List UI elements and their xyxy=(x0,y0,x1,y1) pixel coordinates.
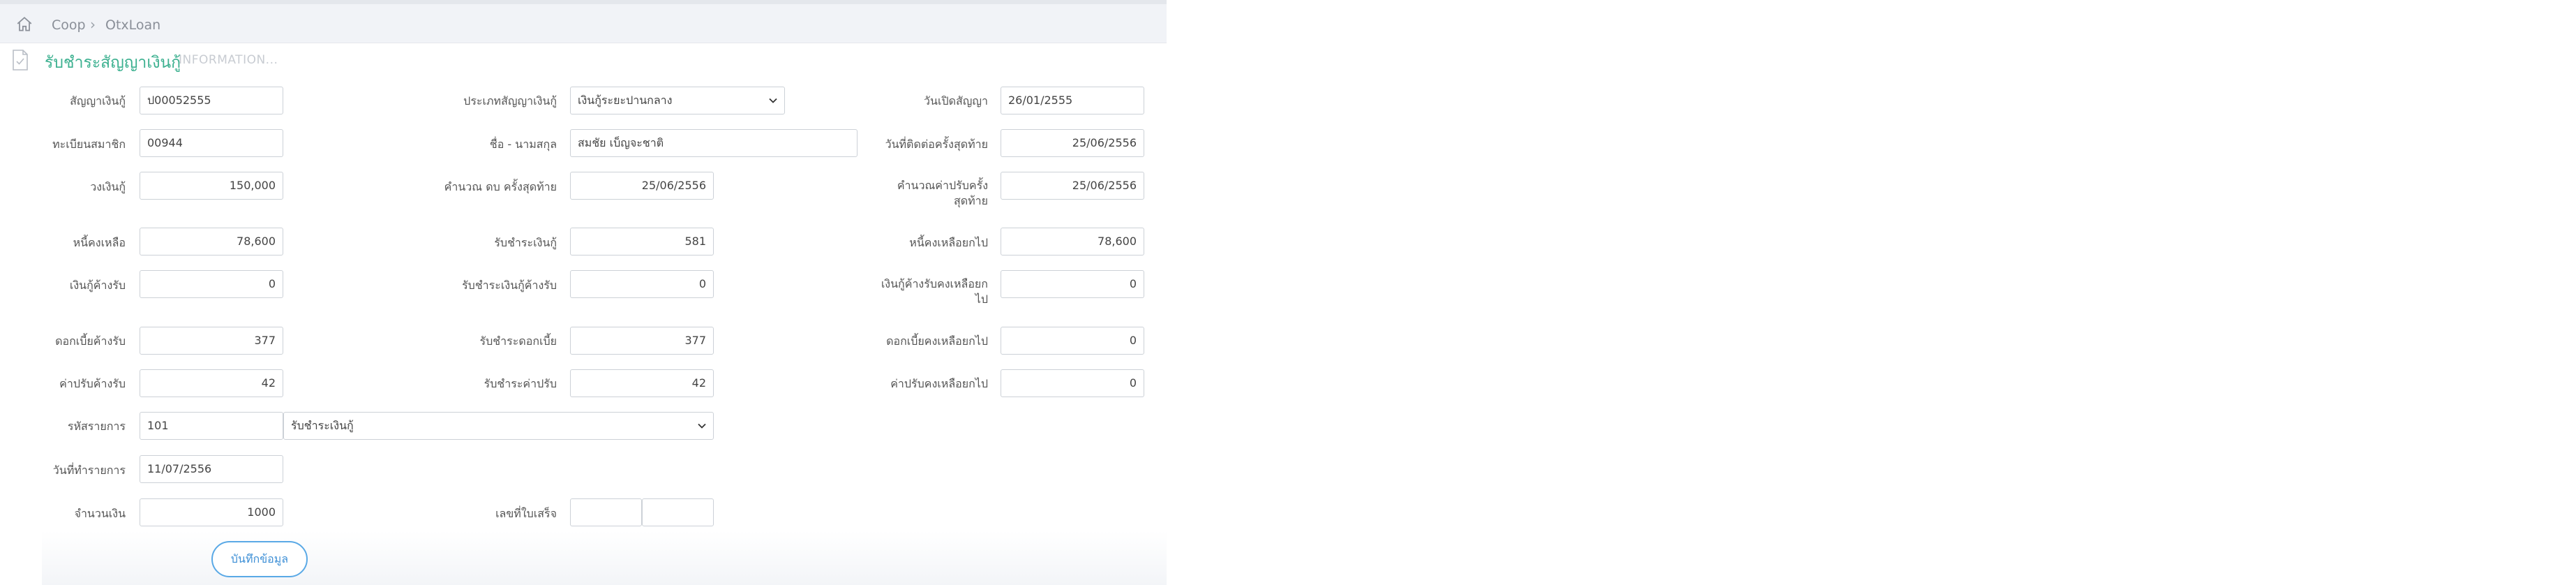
open-date-label: วันเปิดสัญญา xyxy=(924,94,988,108)
page-subtitle: INFORMATION... xyxy=(179,53,278,67)
receipt-no-label: เลขที่ใบเสร็จ xyxy=(495,507,557,520)
receipt-no-prefix-input[interactable] xyxy=(570,498,642,526)
breadcrumb-bar: Coop › OtxLoan xyxy=(0,0,1167,43)
footer-shade xyxy=(42,531,1167,585)
loan-arrears-input[interactable]: 0 xyxy=(140,270,283,298)
carry-balance-input[interactable]: 78,600 xyxy=(1001,228,1144,256)
breadcrumb-otxloan[interactable]: OtxLoan xyxy=(105,17,160,33)
transaction-type-select[interactable]: รับชำระเงินกู้ xyxy=(283,412,714,440)
loan-type-label: ประเภทสัญญาเงินกู้ xyxy=(463,94,557,108)
interest-payment-input[interactable]: 377 xyxy=(570,327,714,355)
interest-carry-label: ดอกเบี้ยคงเหลือยกไป xyxy=(886,334,988,348)
breadcrumb-separator: › xyxy=(90,16,96,33)
loan-arrears-payment-label: รับชำระเงินกู้ค้างรับ xyxy=(462,279,557,292)
last-fine-calc-label: คำนวณค่าปรับครั้งสุดท้าย xyxy=(897,179,988,207)
page-header: รับชำระสัญญาเงินกู้ INFORMATION... xyxy=(0,43,1167,77)
save-button[interactable]: บันทึกข้อมูล xyxy=(211,541,308,577)
fine-arrears-input[interactable]: 42 xyxy=(140,369,283,397)
receipt-no-number-input[interactable] xyxy=(642,498,714,526)
principal-balance-label: หนี้คงเหลือ xyxy=(73,236,126,249)
contract-no-label: สัญญาเงินกู้ xyxy=(70,94,126,108)
loan-type-value: เงินกู้ระยะปานกลาง xyxy=(578,94,673,107)
interest-carry-input[interactable]: 0 xyxy=(1001,327,1144,355)
open-date-input[interactable]: 26/01/2555 xyxy=(1001,87,1144,114)
last-contact-date-input[interactable]: 25/06/2556 xyxy=(1001,129,1144,157)
fine-arrears-label: ค่าปรับค้างรับ xyxy=(59,377,126,390)
last-interest-calc-input[interactable]: 25/06/2556 xyxy=(570,172,714,200)
transaction-code-input[interactable]: 101 xyxy=(140,412,283,440)
interest-arrears-input[interactable]: 377 xyxy=(140,327,283,355)
amount-input[interactable]: 1000 xyxy=(140,498,283,526)
credit-limit-label: วงเงินกู้ xyxy=(90,180,126,193)
interest-payment-label: รับชำระดอกเบี้ย xyxy=(479,334,557,348)
member-name-label: ชื่อ - นามสกุล xyxy=(489,138,557,151)
page-title: รับชำระสัญญาเงินกู้ xyxy=(45,54,181,72)
fine-carry-label: ค่าปรับคงเหลือยกไป xyxy=(890,377,988,390)
app-window: Coop › OtxLoan รับชำระสัญญาเงินกู้ INFOR… xyxy=(0,0,1167,585)
loan-payment-label: รับชำระเงินกู้ xyxy=(494,236,557,249)
interest-arrears-label: ดอกเบี้ยค้างรับ xyxy=(55,334,126,348)
transaction-code-label: รหัสรายการ xyxy=(67,420,126,433)
contract-no-input[interactable]: ป00052555 xyxy=(140,87,283,114)
transaction-type-value: รับชำระเงินกู้ xyxy=(291,419,354,432)
loan-arrears-carry-label: เงินกู้ค้างรับคงเหลือยกไป xyxy=(881,277,988,306)
member-name-input[interactable]: สมชัย เบ็ญจะชาติ xyxy=(570,129,858,157)
loan-arrears-carry-input[interactable]: 0 xyxy=(1001,270,1144,298)
breadcrumb-coop[interactable]: Coop xyxy=(52,17,86,33)
principal-balance-input[interactable]: 78,600 xyxy=(140,228,283,256)
chevron-down-icon xyxy=(698,423,706,429)
carry-balance-label: หนี้คงเหลือยกไป xyxy=(909,236,988,249)
home-icon[interactable] xyxy=(15,15,33,34)
loan-payment-input[interactable]: 581 xyxy=(570,228,714,256)
last-contact-date-label: วันที่ติดต่อครั้งสุดท้าย xyxy=(885,138,988,151)
last-interest-calc-label: คำนวณ ดบ ครั้งสุดท้าย xyxy=(444,180,557,193)
chevron-down-icon xyxy=(769,98,777,103)
loan-arrears-label: เงินกู้ค้างรับ xyxy=(69,279,126,292)
document-check-icon xyxy=(13,50,28,71)
member-no-input[interactable]: 00944 xyxy=(140,129,283,157)
fine-payment-input[interactable]: 42 xyxy=(570,369,714,397)
loan-type-select[interactable]: เงินกู้ระยะปานกลาง xyxy=(570,87,785,114)
loan-arrears-payment-input[interactable]: 0 xyxy=(570,270,714,298)
amount-label: จำนวนเงิน xyxy=(74,507,126,520)
transaction-date-input[interactable]: 11/07/2556 xyxy=(140,455,283,483)
fine-carry-input[interactable]: 0 xyxy=(1001,369,1144,397)
credit-limit-input[interactable]: 150,000 xyxy=(140,172,283,200)
transaction-date-label: วันที่ทำรายการ xyxy=(52,464,126,477)
fine-payment-label: รับชำระค่าปรับ xyxy=(484,377,557,390)
member-no-label: ทะเบียนสมาชิก xyxy=(52,138,126,151)
last-fine-calc-input[interactable]: 25/06/2556 xyxy=(1001,172,1144,200)
